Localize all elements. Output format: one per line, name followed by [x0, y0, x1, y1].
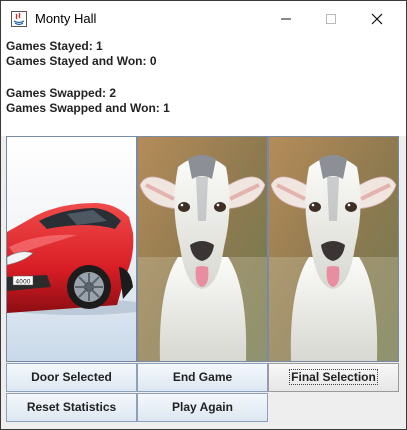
- door-selected-label: Door Selected: [31, 370, 112, 384]
- app-window: Monty Hall Games Stayed: 1 Games Stayed …: [0, 0, 407, 430]
- final-selection-button[interactable]: Final Selection: [268, 363, 399, 392]
- games-swapped-label: Games Swapped: 2: [6, 86, 117, 100]
- maximize-icon: [326, 14, 336, 24]
- minimize-icon: [281, 18, 291, 20]
- end-game-button[interactable]: End Game: [137, 363, 268, 392]
- final-selection-label: Final Selection: [289, 369, 378, 385]
- reset-statistics-button[interactable]: Reset Statistics: [6, 393, 137, 422]
- maximize-button[interactable]: [308, 1, 354, 36]
- door-selected-button[interactable]: Door Selected: [6, 363, 137, 392]
- end-game-label: End Game: [172, 370, 233, 384]
- car-plate-text: 4000: [15, 279, 30, 286]
- title-bar: Monty Hall: [1, 1, 406, 36]
- door-1[interactable]: 4000: [6, 136, 137, 362]
- games-stayed-label: Games Stayed: 1: [6, 39, 103, 53]
- close-button[interactable]: [354, 1, 400, 36]
- goat-image: [269, 137, 398, 361]
- games-swapped-won-label: Games Swapped and Won: 1: [6, 101, 170, 115]
- door-3[interactable]: [268, 136, 399, 362]
- java-app-icon: [11, 11, 27, 27]
- door-2[interactable]: [137, 136, 268, 362]
- window-title: Monty Hall: [35, 11, 97, 26]
- goat-image: [138, 137, 267, 361]
- games-stayed-won-label: Games Stayed and Won: 0: [6, 54, 157, 68]
- play-again-button[interactable]: Play Again: [137, 393, 268, 422]
- play-again-label: Play Again: [172, 400, 233, 414]
- reset-statistics-label: Reset Statistics: [26, 400, 117, 414]
- car-image: 4000: [7, 137, 136, 361]
- minimize-button[interactable]: [263, 1, 309, 36]
- statistics-panel: Games Stayed: 1 Games Stayed and Won: 0 …: [1, 36, 406, 136]
- close-icon: [371, 13, 383, 25]
